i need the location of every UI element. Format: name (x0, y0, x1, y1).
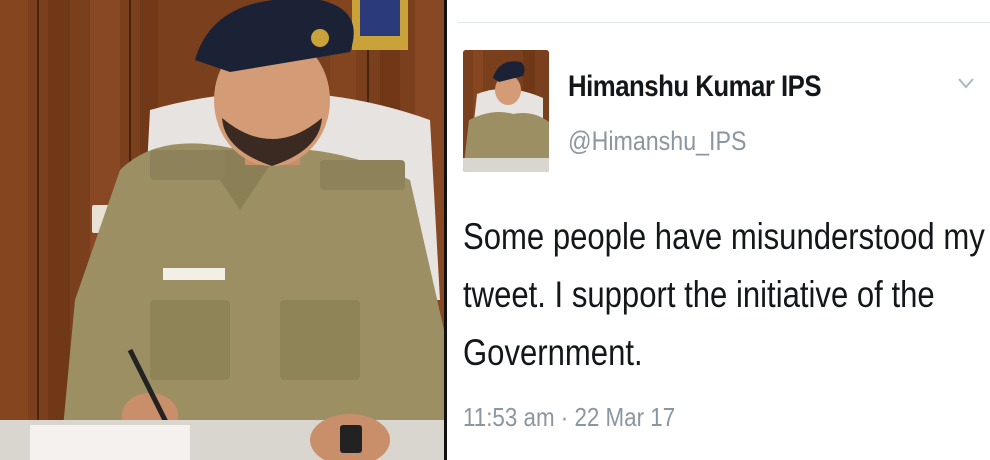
display-name[interactable]: Himanshu Kumar IPS (568, 70, 822, 104)
tweet-text-line: Some people have misunderstood my (463, 216, 985, 257)
tweet-timestamp[interactable]: 11:53 am · 22 Mar 17 (463, 402, 675, 433)
user-handle[interactable]: @Himanshu_IPS (568, 126, 746, 157)
tweet-time: 11:53 am (463, 402, 555, 432)
tweet-text-line: Government. (463, 332, 643, 373)
chevron-down-icon[interactable] (955, 72, 977, 94)
officer-illustration (0, 0, 444, 460)
timestamp-separator: · (560, 402, 569, 432)
card-top-border (457, 22, 990, 23)
tweet-text-line: tweet. I support the initiative of the (463, 274, 935, 315)
tweet-text: Some people have misunderstood my tweet.… (463, 208, 985, 382)
tweet-card: Himanshu Kumar IPS @Himanshu_IPS Some pe… (447, 0, 990, 460)
avatar-image (463, 50, 549, 172)
tweet-date: 22 Mar 17 (574, 402, 676, 432)
avatar[interactable] (463, 50, 549, 172)
officer-photo (0, 0, 444, 460)
